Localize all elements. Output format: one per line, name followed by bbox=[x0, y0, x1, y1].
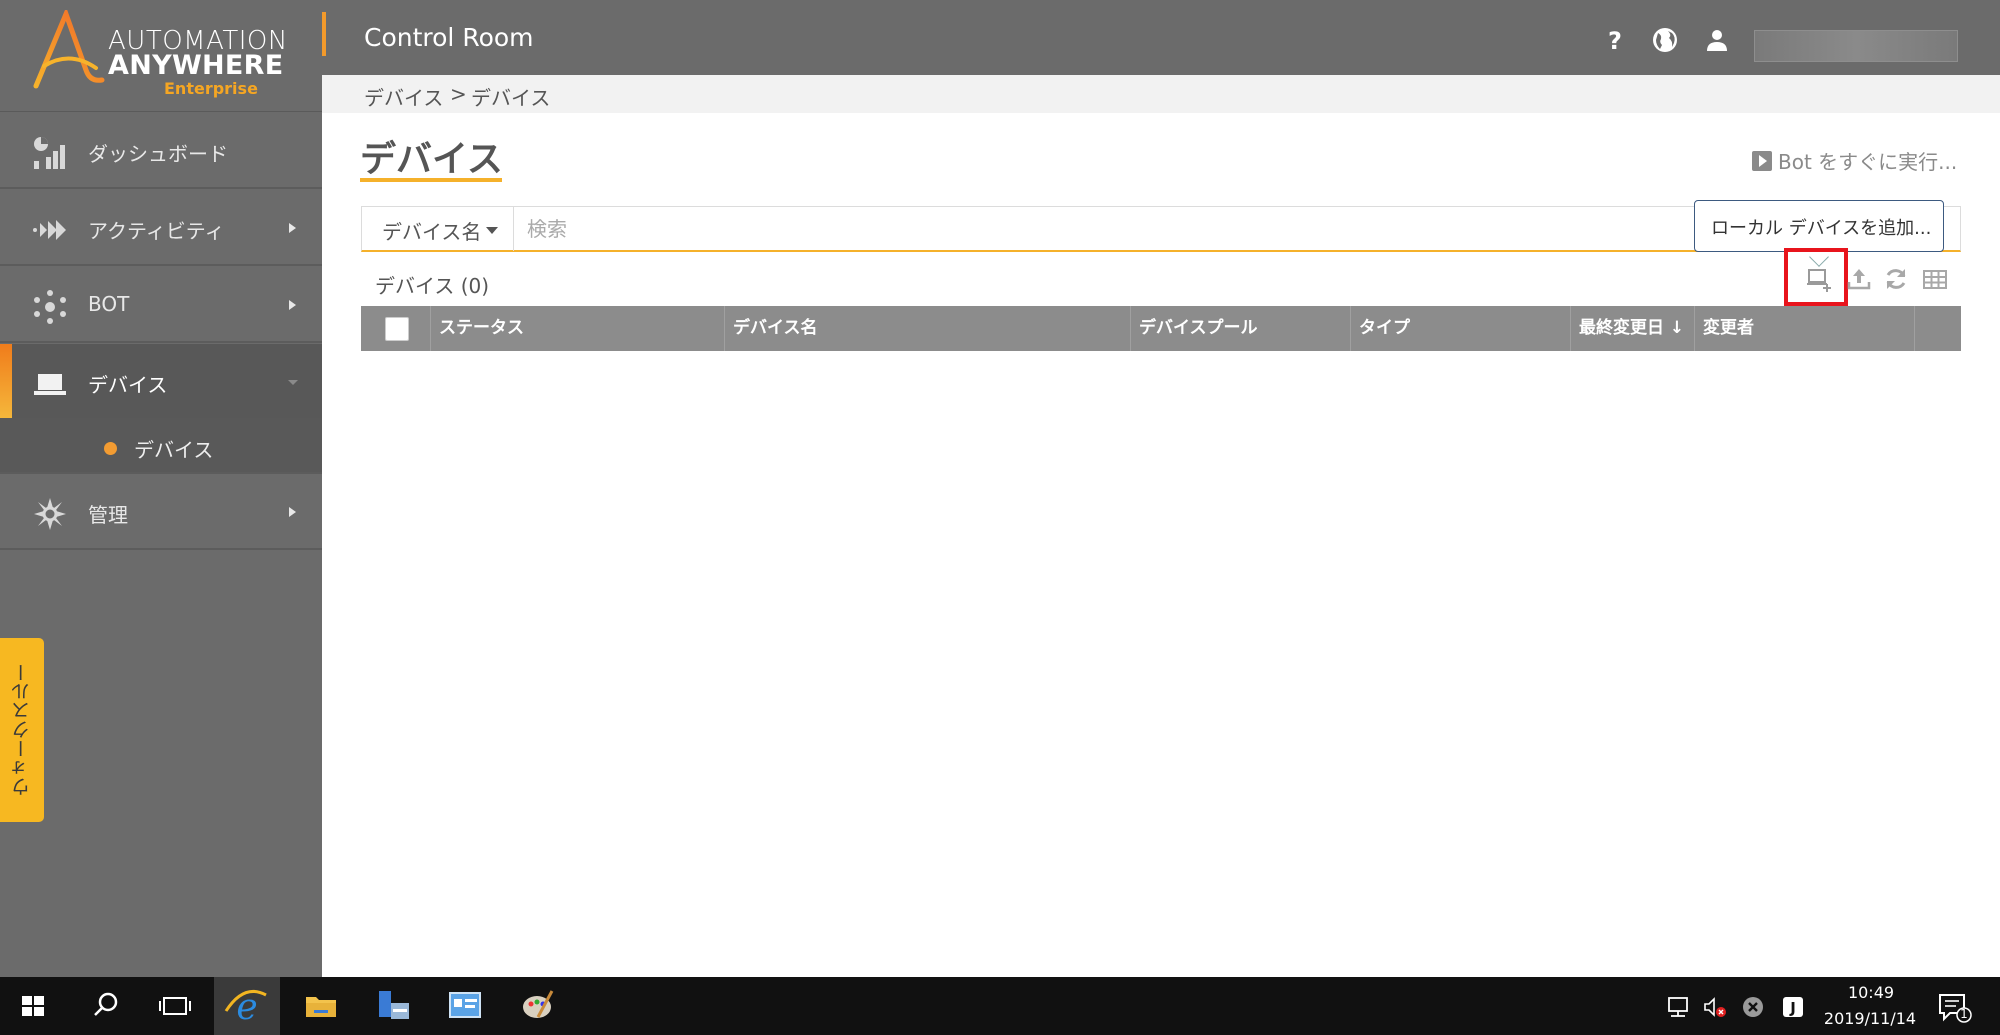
sidebar-item-label: アクティビティ bbox=[88, 219, 225, 243]
chevron-right-icon bbox=[289, 300, 296, 310]
walkthrough-tab[interactable]: ウォークスルー bbox=[0, 638, 44, 822]
select-all-checkbox[interactable] bbox=[385, 317, 409, 341]
help-icon[interactable]: ? bbox=[1602, 27, 1628, 53]
breadcrumb: デバイス > デバイス bbox=[322, 75, 2000, 113]
volume-muted-icon[interactable] bbox=[1702, 994, 1728, 1020]
logo[interactable]: AUTOMATION ANYWHERE Enterprise bbox=[0, 0, 322, 112]
title-underline bbox=[360, 178, 502, 182]
user-name-box[interactable] bbox=[1754, 30, 1958, 62]
select-all-cell bbox=[361, 306, 431, 351]
input-method-icon[interactable]: J bbox=[1780, 994, 1806, 1020]
error-status-icon[interactable] bbox=[1740, 994, 1766, 1020]
network-icon[interactable] bbox=[1666, 994, 1692, 1020]
file-explorer-button[interactable] bbox=[288, 977, 354, 1035]
windows-icon bbox=[22, 996, 44, 1016]
walkthrough-label: ウォークスルー bbox=[11, 663, 33, 797]
sidebar-item-label: BOT bbox=[88, 292, 130, 316]
clock-date[interactable]: 2019/11/14 bbox=[1820, 1009, 1920, 1028]
folder-icon bbox=[306, 997, 336, 1017]
run-bot-label: Bot をすぐに実行... bbox=[1778, 150, 1958, 174]
refresh-icon[interactable] bbox=[1883, 266, 1909, 292]
internet-explorer-icon: e bbox=[224, 987, 267, 1028]
laptop-icon bbox=[34, 374, 66, 395]
settings-icon bbox=[34, 498, 66, 530]
play-icon bbox=[1752, 151, 1772, 171]
search-button[interactable] bbox=[72, 977, 138, 1035]
task-view-icon bbox=[159, 997, 191, 1015]
sidebar-item-label: ダッシュボード bbox=[88, 142, 228, 166]
filter-dropdown-label: デバイス名 bbox=[382, 220, 482, 244]
notification-count: 1 bbox=[1960, 1007, 1968, 1021]
breadcrumb-item-current: デバイス bbox=[471, 86, 551, 110]
column-header-status[interactable]: ステータス bbox=[431, 306, 725, 351]
bullet-icon bbox=[104, 442, 117, 455]
server-manager-button[interactable] bbox=[360, 977, 426, 1035]
column-header-modified-by[interactable]: 変更者 bbox=[1695, 306, 1915, 351]
internet-explorer-button[interactable]: e bbox=[214, 977, 280, 1035]
app-title: Control Room bbox=[364, 23, 534, 52]
filter-dropdown[interactable]: デバイス名 bbox=[362, 207, 514, 251]
title-accent bbox=[322, 12, 326, 56]
sidebar-item-admin[interactable]: 管理 bbox=[0, 474, 322, 550]
chevron-right-icon bbox=[289, 223, 296, 233]
sidebar-item-dashboard[interactable]: ダッシュボード bbox=[0, 113, 322, 189]
user-icon[interactable] bbox=[1704, 27, 1730, 53]
top-bar: Control Room ? bbox=[322, 0, 2000, 75]
activity-icon bbox=[33, 220, 66, 240]
chevron-down-icon bbox=[288, 380, 298, 385]
logo-line2: ANYWHERE bbox=[108, 50, 284, 81]
paint-button[interactable] bbox=[504, 977, 570, 1035]
tooltip-text: ローカル デバイスを追加... bbox=[1711, 218, 1932, 239]
breadcrumb-item[interactable]: デバイス bbox=[364, 82, 443, 111]
table-header: ステータス デバイス名 デバイスプール タイプ 最終変更日 ↓ 変更者 bbox=[361, 306, 1961, 351]
column-header-device-pool[interactable]: デバイスプール bbox=[1131, 306, 1351, 351]
control-panel-button[interactable] bbox=[432, 977, 498, 1035]
svg-text:J: J bbox=[1789, 999, 1796, 1017]
sidebar-item-activity[interactable]: アクティビティ bbox=[0, 190, 322, 266]
sidebar-item-label: デバイス bbox=[88, 373, 168, 397]
page-title: デバイス bbox=[360, 139, 503, 180]
caret-down-icon bbox=[486, 227, 498, 234]
start-button[interactable] bbox=[0, 977, 66, 1035]
dashboard-icon bbox=[34, 137, 65, 169]
chevron-right-icon bbox=[289, 507, 296, 517]
bot-icon bbox=[34, 290, 66, 324]
sidebar-item-devices[interactable]: デバイス bbox=[0, 344, 322, 420]
control-panel-icon bbox=[449, 992, 481, 1018]
run-bot-now-link[interactable]: Bot をすぐに実行... bbox=[1752, 146, 1957, 175]
automation-anywhere-logo-icon bbox=[33, 10, 105, 89]
active-indicator bbox=[0, 344, 12, 418]
sidebar-subitem-label: デバイス bbox=[134, 438, 214, 462]
globe-icon[interactable] bbox=[1652, 27, 1678, 53]
column-settings-icon[interactable] bbox=[1922, 266, 1948, 292]
sidebar-subitem-devices[interactable]: デバイス bbox=[0, 418, 322, 474]
task-view-button[interactable] bbox=[142, 977, 208, 1035]
column-header-device-name[interactable]: デバイス名 bbox=[725, 306, 1131, 351]
svg-text:?: ? bbox=[1608, 27, 1622, 53]
sidebar-item-bot[interactable]: BOT bbox=[0, 267, 322, 343]
column-header-type[interactable]: タイプ bbox=[1351, 306, 1571, 351]
sidebar: AUTOMATION ANYWHERE Enterprise ダッシュボード ア… bbox=[0, 0, 322, 977]
sidebar-item-label: 管理 bbox=[88, 503, 128, 527]
logo-line3: Enterprise bbox=[164, 79, 258, 98]
add-local-device-icon[interactable] bbox=[1806, 266, 1832, 292]
search-icon bbox=[94, 992, 118, 1016]
tooltip: ローカル デバイスを追加... bbox=[1694, 200, 1944, 252]
server-manager-icon bbox=[379, 991, 409, 1019]
column-header-last-modified[interactable]: 最終変更日 ↓ bbox=[1571, 306, 1695, 351]
clock-time[interactable]: 10:49 bbox=[1826, 983, 1916, 1002]
device-count: デバイス (0) bbox=[375, 274, 490, 298]
paint-palette-icon bbox=[523, 990, 554, 1018]
taskbar: e J 10:49 2019/11/14 1 bbox=[0, 977, 2000, 1035]
breadcrumb-separator: > bbox=[450, 82, 467, 106]
search-input[interactable] bbox=[527, 213, 1727, 245]
upload-icon[interactable] bbox=[1846, 266, 1872, 292]
